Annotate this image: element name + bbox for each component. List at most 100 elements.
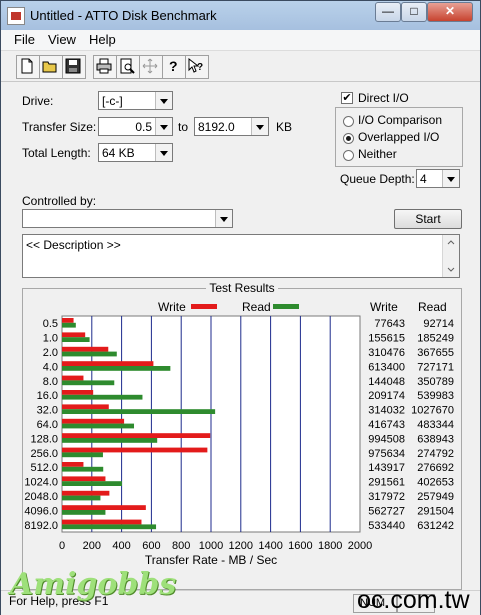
x-tick-label: 1800 (318, 540, 342, 552)
close-button[interactable]: ✕ (427, 2, 473, 22)
category-label: 2.0 (43, 347, 58, 359)
direct-io-label[interactable]: Direct I/O (358, 91, 409, 105)
bar-write (62, 505, 146, 510)
title-bar[interactable]: Untitled - ATTO Disk Benchmark — □ ✕ (1, 1, 480, 30)
x-tick-label: 1000 (199, 540, 223, 552)
minimize-button[interactable]: — (375, 2, 401, 22)
transfer-size-from-select[interactable]: 0.5 (98, 117, 173, 136)
bar-write (62, 490, 110, 496)
start-button[interactable]: Start (394, 209, 462, 229)
io-mode-group: I/O Comparison Overlapped I/O Neither (335, 107, 463, 167)
drive-label: Drive: (22, 94, 54, 108)
menu-bar: File View Help (1, 30, 480, 51)
read-value: 185249 (417, 333, 454, 345)
description-text: << Description >> (26, 238, 121, 252)
bar-read (62, 322, 76, 328)
bar-write (62, 418, 125, 424)
category-label: 32.0 (37, 405, 58, 417)
x-tick-label: 1200 (229, 540, 253, 552)
menu-file[interactable]: File (14, 32, 35, 47)
overlapped-io-label[interactable]: Overlapped I/O (358, 130, 439, 144)
read-value: 274792 (417, 448, 454, 460)
save-icon[interactable] (62, 55, 86, 79)
transfer-size-to-select[interactable]: 8192.0 (194, 117, 269, 136)
app-icon (7, 7, 25, 25)
neither-radio[interactable] (343, 150, 354, 161)
to-label: to (178, 120, 189, 134)
bar-write (62, 390, 94, 395)
write-value: 562727 (368, 505, 405, 517)
category-label: 512.0 (30, 462, 58, 474)
bar-write (62, 447, 208, 453)
write-value: 613400 (368, 361, 405, 373)
read-value: 727171 (417, 361, 454, 373)
chevron-down-icon[interactable] (155, 144, 172, 161)
queue-depth-label: Queue Depth: (340, 172, 415, 186)
menu-view[interactable]: View (48, 32, 76, 47)
total-length-select[interactable]: 64 KB (98, 143, 173, 162)
app-window: Untitled - ATTO Disk Benchmark — □ ✕ Fil… (0, 0, 481, 615)
chevron-down-icon[interactable] (155, 118, 172, 135)
write-value: 143917 (368, 462, 405, 474)
read-value: 257949 (417, 491, 454, 503)
bar-read (62, 438, 158, 443)
bar-read (62, 351, 117, 357)
x-tick-label: 200 (83, 540, 101, 552)
context-help-icon[interactable]: ? (185, 55, 209, 79)
category-label: 4096.0 (24, 505, 58, 517)
category-label: 8192.0 (24, 520, 58, 532)
description-textarea[interactable]: << Description >> (22, 234, 460, 278)
watermark-logo-right: oc.com.tw (357, 586, 470, 614)
new-icon[interactable] (16, 55, 40, 79)
direct-io-checkbox[interactable]: ✔ (341, 92, 353, 104)
open-icon[interactable] (39, 55, 63, 79)
controlled-by-select[interactable] (22, 209, 233, 228)
write-value: 291561 (368, 477, 405, 489)
neither-label[interactable]: Neither (358, 147, 397, 161)
print-icon[interactable] (93, 55, 117, 79)
read-value: 402653 (417, 477, 454, 489)
chevron-down-icon[interactable] (215, 210, 232, 227)
drive-select[interactable]: [-c-] (98, 91, 173, 110)
io-comparison-radio[interactable] (343, 116, 354, 127)
print-preview-icon[interactable] (116, 55, 140, 79)
bar-write (62, 318, 74, 323)
x-tick-label: 2000 (348, 540, 372, 552)
queue-depth-select[interactable]: 4 (416, 169, 460, 188)
bar-write (62, 346, 109, 352)
bar-read (62, 409, 216, 414)
menu-help[interactable]: Help (89, 32, 116, 47)
io-comparison-label[interactable]: I/O Comparison (358, 113, 442, 127)
chevron-down-icon[interactable] (155, 92, 172, 109)
category-label: 4.0 (43, 361, 58, 373)
bar-write (62, 375, 84, 381)
x-tick-label: 400 (112, 540, 130, 552)
category-label: 16.0 (37, 390, 58, 402)
toolbar: ? ? (1, 51, 480, 82)
read-value: 350789 (417, 376, 454, 388)
write-value: 310476 (368, 347, 405, 359)
read-value: 92714 (423, 318, 454, 330)
category-label: 1024.0 (24, 477, 58, 489)
chevron-down-icon[interactable] (251, 118, 268, 135)
description-scrollbar[interactable] (442, 235, 459, 277)
bar-read (62, 510, 106, 515)
write-value: 416743 (368, 419, 405, 431)
transfer-rate-chart: 0.5 77643 92714 1.0 155615 185249 2.0 310476 367… (24, 315, 454, 567)
transfer-size-label: Transfer Size: (22, 120, 97, 134)
chevron-down-icon[interactable] (442, 170, 459, 187)
x-tick-label: 800 (172, 540, 190, 552)
bar-read (62, 366, 171, 371)
overlapped-io-radio[interactable] (343, 133, 354, 144)
write-value: 317972 (368, 491, 405, 503)
move-icon[interactable] (139, 55, 163, 79)
write-value: 155615 (368, 333, 405, 345)
category-label: 1.0 (43, 333, 58, 345)
category-label: 256.0 (30, 448, 58, 460)
maximize-button[interactable]: □ (401, 2, 427, 22)
category-label: 128.0 (30, 433, 58, 445)
window-title: Untitled - ATTO Disk Benchmark (30, 8, 217, 23)
read-value: 291504 (417, 505, 454, 517)
help-icon[interactable]: ? (162, 55, 186, 79)
x-tick-label: 0 (59, 540, 65, 552)
